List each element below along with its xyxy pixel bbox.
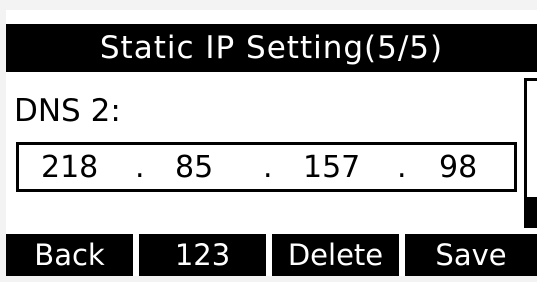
scrollbar[interactable] <box>524 78 537 228</box>
dns2-ip-input[interactable]: 218 . 85 . 157 . 98 <box>16 142 517 192</box>
save-softkey[interactable]: Save <box>405 234 537 276</box>
screen-title: Static IP Setting(5/5) <box>6 24 537 72</box>
dns2-field-label: DNS 2: <box>14 93 121 129</box>
ip-octet-3[interactable]: 157 <box>303 151 360 185</box>
input-mode-softkey[interactable]: 123 <box>139 234 266 276</box>
ip-separator-3: . <box>397 150 407 185</box>
ip-octet-4[interactable]: 98 <box>439 151 477 185</box>
softkey-bar: Back 123 Delete Save <box>6 234 537 276</box>
ip-octet-2[interactable]: 85 <box>175 151 213 185</box>
ip-separator-2: . <box>263 150 273 185</box>
ip-octet-1[interactable]: 218 <box>41 151 98 185</box>
phone-lcd-screen: Static IP Setting(5/5) DNS 2: 218 . 85 .… <box>6 10 537 276</box>
ip-separator-1: . <box>135 150 145 185</box>
back-softkey[interactable]: Back <box>6 234 133 276</box>
delete-softkey[interactable]: Delete <box>272 234 399 276</box>
scrollbar-thumb[interactable] <box>527 197 537 225</box>
